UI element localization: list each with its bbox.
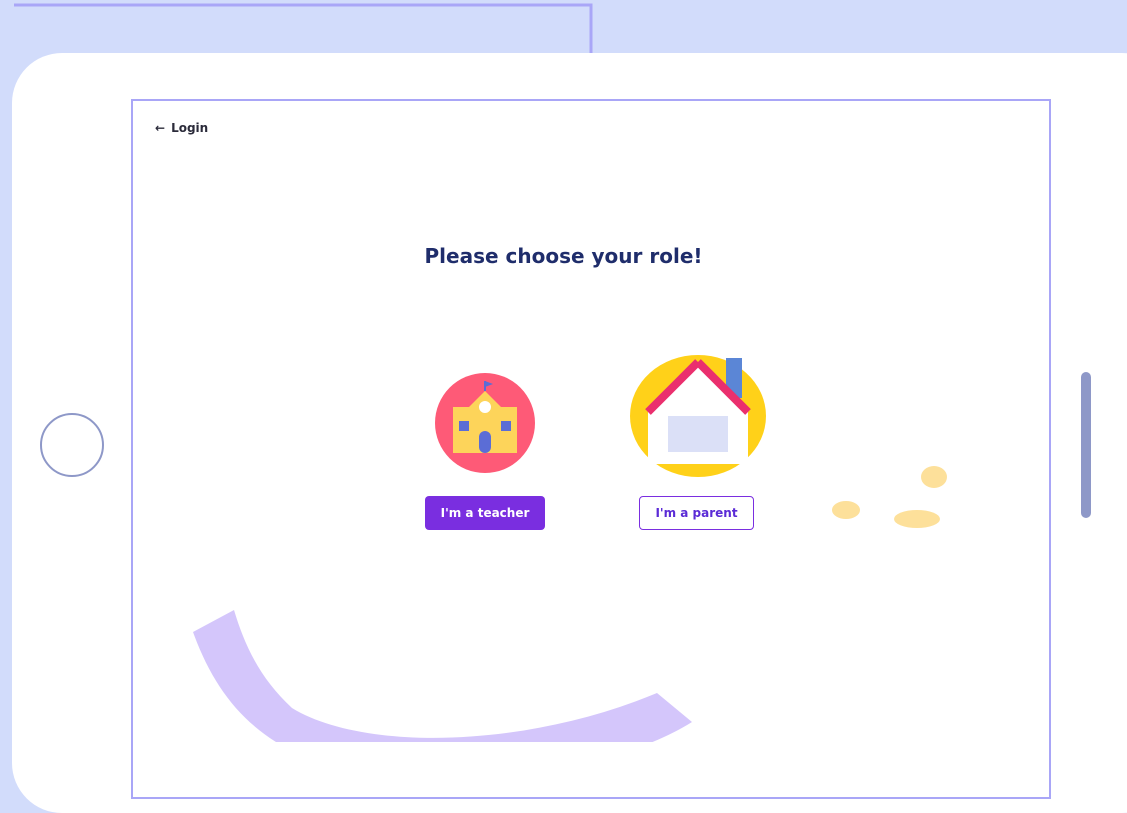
parent-button[interactable]: I'm a parent — [639, 496, 754, 530]
teacher-button[interactable]: I'm a teacher — [425, 496, 545, 530]
page-title: Please choose your role! — [424, 244, 703, 268]
content-frame — [131, 99, 1051, 799]
back-link[interactable]: ← Login — [155, 121, 208, 135]
school-icon — [435, 373, 535, 473]
side-button[interactable] — [1081, 372, 1091, 518]
back-label: Login — [171, 121, 209, 135]
home-button[interactable] — [40, 413, 104, 477]
arrow-left-icon: ← — [155, 121, 166, 135]
house-icon — [630, 355, 766, 477]
